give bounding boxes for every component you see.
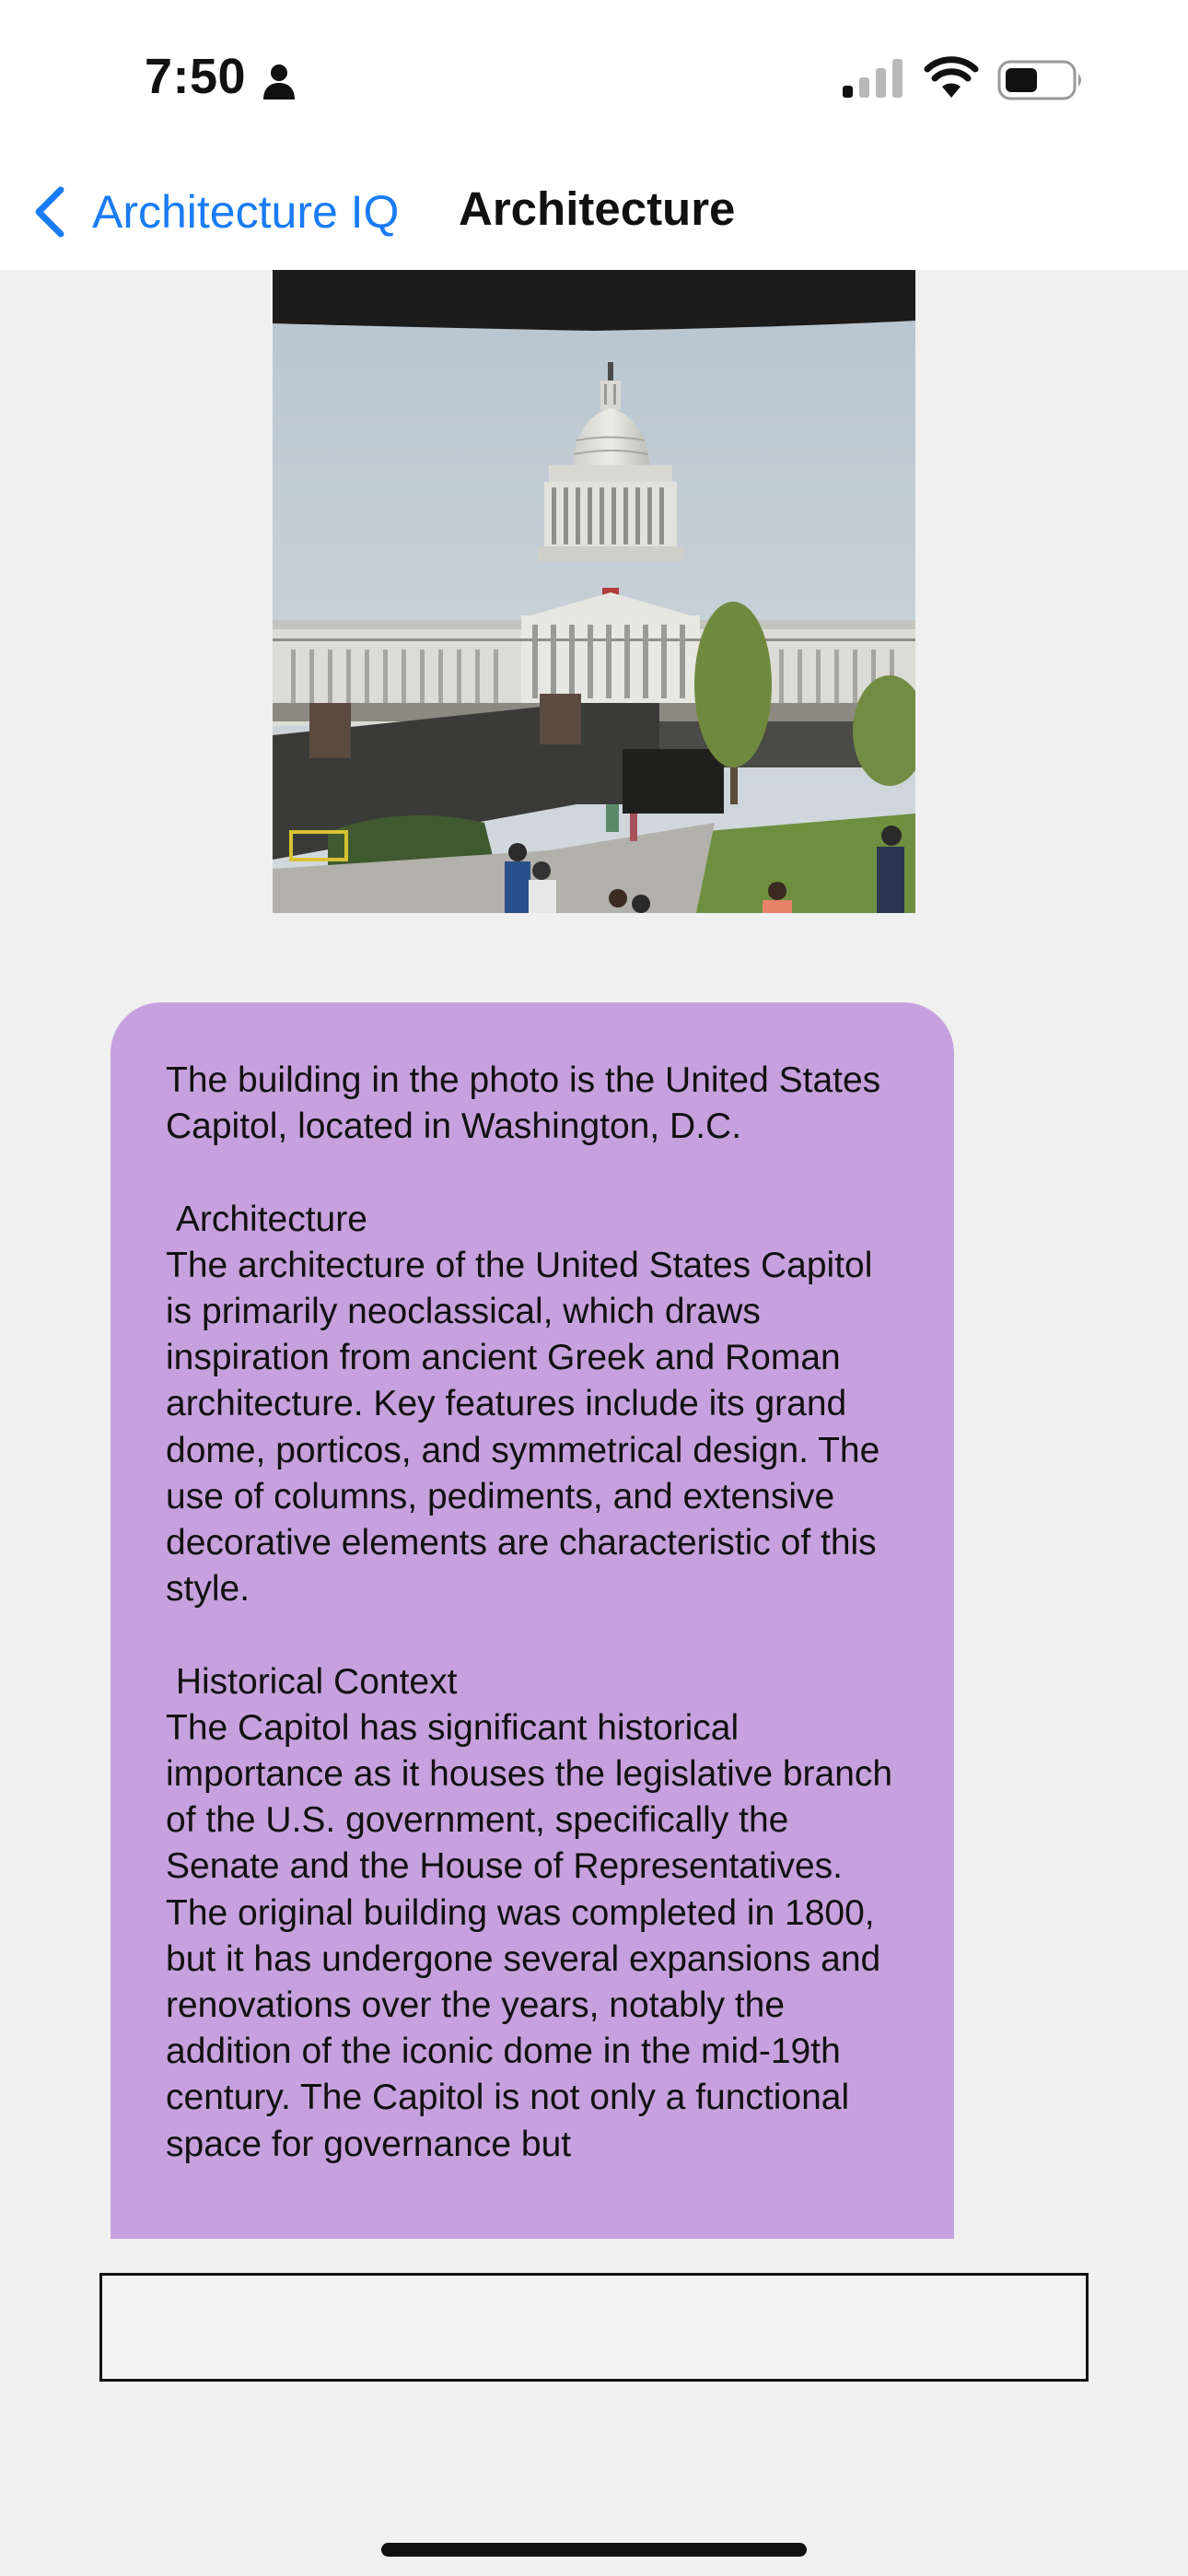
cellular-signal-icon xyxy=(843,59,903,98)
response-bubble: The building in the photo is the United … xyxy=(111,1002,954,2239)
status-time: 7:50 xyxy=(145,49,247,104)
building-photo xyxy=(273,270,915,913)
navigation-bar: Architecture IQ Architecture xyxy=(0,161,1188,270)
battery-icon xyxy=(997,60,1081,100)
message-input[interactable] xyxy=(99,2273,1089,2382)
response-text: The building in the photo is the United … xyxy=(166,1060,893,2164)
capitol-photo-illustration xyxy=(273,270,915,913)
back-button-label: Architecture IQ xyxy=(92,186,400,238)
response-bubble-scroll-area[interactable]: The building in the photo is the United … xyxy=(111,1002,954,2239)
page-title: Architecture xyxy=(459,182,736,235)
person-icon xyxy=(263,64,295,100)
status-bar: 7:50 xyxy=(0,0,1188,161)
wifi-icon xyxy=(924,56,979,98)
chevron-left-icon xyxy=(35,186,64,238)
home-indicator[interactable] xyxy=(381,2543,807,2557)
back-button[interactable]: Architecture IQ xyxy=(31,180,399,244)
